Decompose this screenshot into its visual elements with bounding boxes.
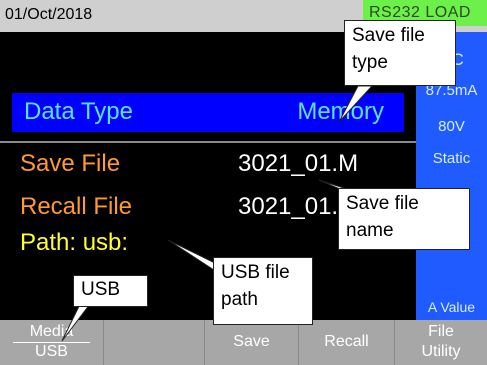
callout-usb-file-path: USB file path <box>213 257 313 325</box>
callout-save-file-name-line2: name <box>346 220 394 241</box>
callout-usb: USB <box>73 275 148 307</box>
callout-save-file-type: Save file type <box>344 20 456 86</box>
callout-save-file-type-line1: Save file <box>352 25 425 46</box>
save-file-type-pointer <box>338 85 374 123</box>
usb-file-path-pointer <box>167 239 218 273</box>
callout-usb-text: USB <box>81 279 121 300</box>
callout-save-file-name: Save file name <box>338 188 470 250</box>
callout-save-file-name-line1: Save file <box>346 193 419 214</box>
callout-usb-file-path-line1: USB file <box>221 262 290 283</box>
callout-save-file-type-line2: type <box>352 52 388 73</box>
callout-usb-file-path-line2: path <box>221 289 258 310</box>
